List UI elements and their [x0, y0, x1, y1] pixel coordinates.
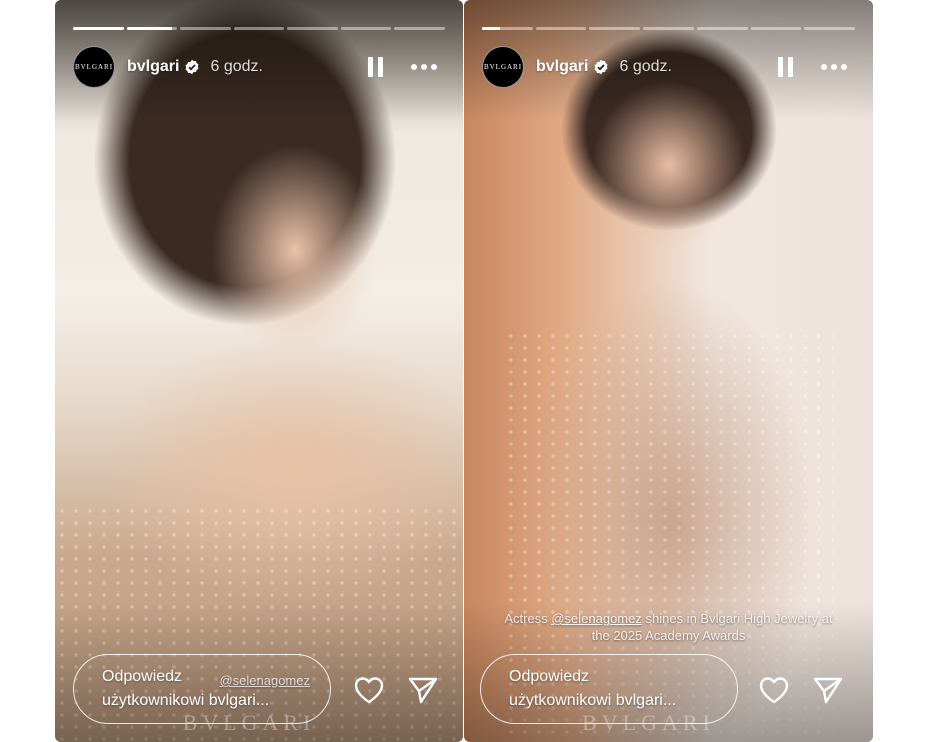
progress-segment [233, 27, 285, 30]
username[interactable]: bvlgari [127, 58, 179, 76]
progress-segment [482, 27, 533, 30]
watermark: BVLGARI [582, 710, 715, 735]
progress-segment [535, 27, 587, 30]
progress-segment [804, 27, 856, 30]
caption-prefix: Actress [504, 611, 552, 626]
story-caption: Actress @selenagomez shines in Bvlgari H… [464, 610, 873, 644]
more-icon[interactable] [411, 64, 437, 70]
post-time: 6 godz. [210, 58, 263, 75]
caption-mention[interactable]: @selenagomez [551, 611, 642, 626]
avatar[interactable]: BVLGARI [73, 46, 115, 88]
progress-segment [696, 27, 748, 30]
heart-icon[interactable] [353, 675, 385, 705]
verified-badge-icon [593, 59, 609, 75]
progress-segment [287, 27, 338, 30]
watermark: BVLGARI [182, 710, 316, 735]
avatar[interactable]: BVLGARI [482, 46, 524, 88]
story-progress [73, 27, 446, 30]
story-panel-1[interactable]: BVLGARI bvlgari 6 godz. Odpowiedz użytko… [55, 0, 463, 742]
reply-placeholder-line1: Odpowiedz [509, 668, 590, 685]
progress-segment [73, 27, 124, 30]
progress-segment [589, 27, 641, 30]
pause-icon[interactable] [778, 57, 793, 77]
mention-sticker[interactable]: @selenagomez [219, 669, 310, 693]
send-icon[interactable] [812, 675, 844, 705]
story-header: BVLGARI bvlgari 6 godz. [73, 46, 445, 88]
story-progress [482, 27, 856, 30]
post-time: 6 godz. [619, 58, 672, 75]
story-panel-2[interactable]: BVLGARI bvlgari 6 godz. Actress @selenag… [464, 0, 873, 742]
progress-segment [340, 27, 392, 30]
progress-segment [643, 27, 694, 30]
username[interactable]: bvlgari [536, 58, 588, 76]
heart-icon[interactable] [758, 675, 790, 705]
progress-segment [394, 27, 446, 30]
verified-badge-icon [184, 59, 200, 75]
progress-segment [750, 27, 802, 30]
send-icon[interactable] [407, 675, 439, 705]
progress-segment [126, 27, 178, 30]
more-icon[interactable] [821, 64, 847, 70]
story-header: BVLGARI bvlgari 6 godz. [482, 46, 855, 88]
pause-icon[interactable] [368, 57, 383, 77]
progress-segment [180, 27, 231, 30]
